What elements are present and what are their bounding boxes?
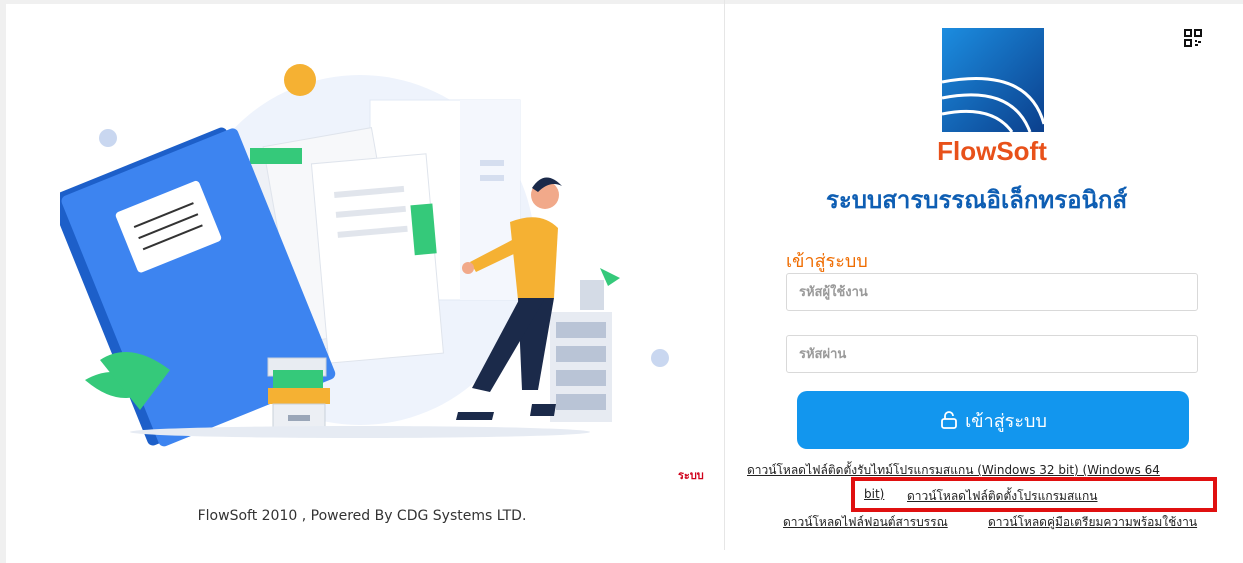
document-management-illustration [60,64,669,447]
password-input[interactable] [786,335,1198,373]
download-manual-link[interactable]: ดาวน์โหลดคู่มือเตรียมความพร้อมใช้งาน [988,513,1197,532]
unlock-icon [941,411,958,429]
download-font-link[interactable]: ดาวน์โหลดไฟล์ฟอนต์สารบรรณ [783,513,948,532]
qr-code-icon[interactable] [1183,28,1203,48]
highlight-box [851,477,1217,512]
login-heading: เข้าสู่ระบบ [786,251,868,272]
flowsoft-logo: FlowSoft [937,28,1047,166]
system-title: ระบบสารบรรณอิเล็กทรอนิกส์ [826,186,1128,214]
panel-divider [724,0,725,550]
login-button[interactable]: เข้าสู่ระบบ [797,391,1189,449]
logo-text: FlowSoft [937,136,1047,166]
red-notice-text: ระบบ [678,469,704,482]
username-input[interactable] [786,273,1198,311]
copyright-text: FlowSoft 2010 , Powered By CDG Systems L… [197,508,527,524]
login-button-label: เข้าสู่ระบบ [965,410,1047,432]
